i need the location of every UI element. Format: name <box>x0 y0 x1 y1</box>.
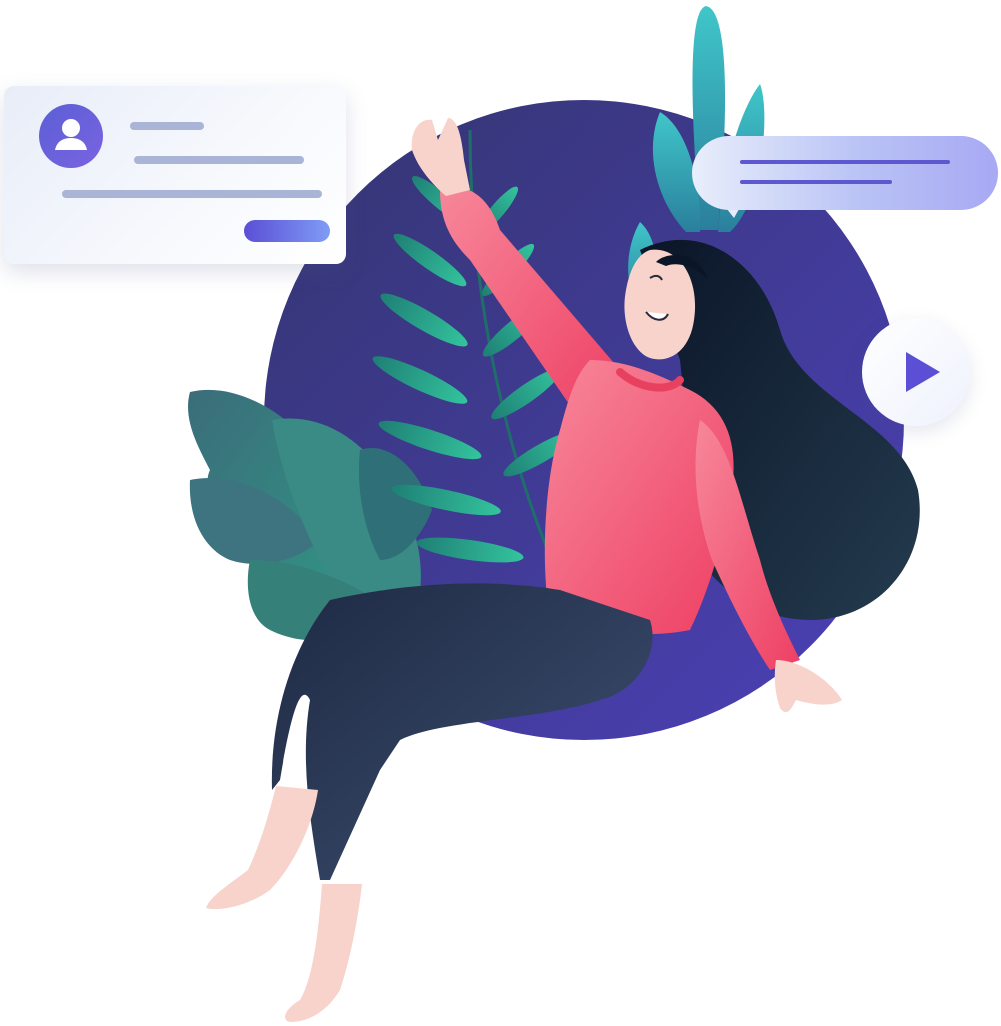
user-icon <box>55 119 87 150</box>
left-foot <box>206 786 318 910</box>
avatar <box>39 104 103 168</box>
card-line-3 <box>62 190 322 198</box>
play-icon <box>906 352 940 392</box>
bubble-line-1 <box>740 160 950 164</box>
bubble-line-2 <box>740 180 892 184</box>
chat-bubble <box>692 136 998 210</box>
illustration <box>0 0 1001 1026</box>
card-line-1 <box>130 122 204 130</box>
profile-card <box>4 86 346 264</box>
card-line-2 <box>134 156 304 164</box>
lower-hand <box>774 660 842 713</box>
right-foot <box>285 884 362 1022</box>
card-button[interactable] <box>244 220 330 242</box>
play-button[interactable] <box>862 318 970 426</box>
